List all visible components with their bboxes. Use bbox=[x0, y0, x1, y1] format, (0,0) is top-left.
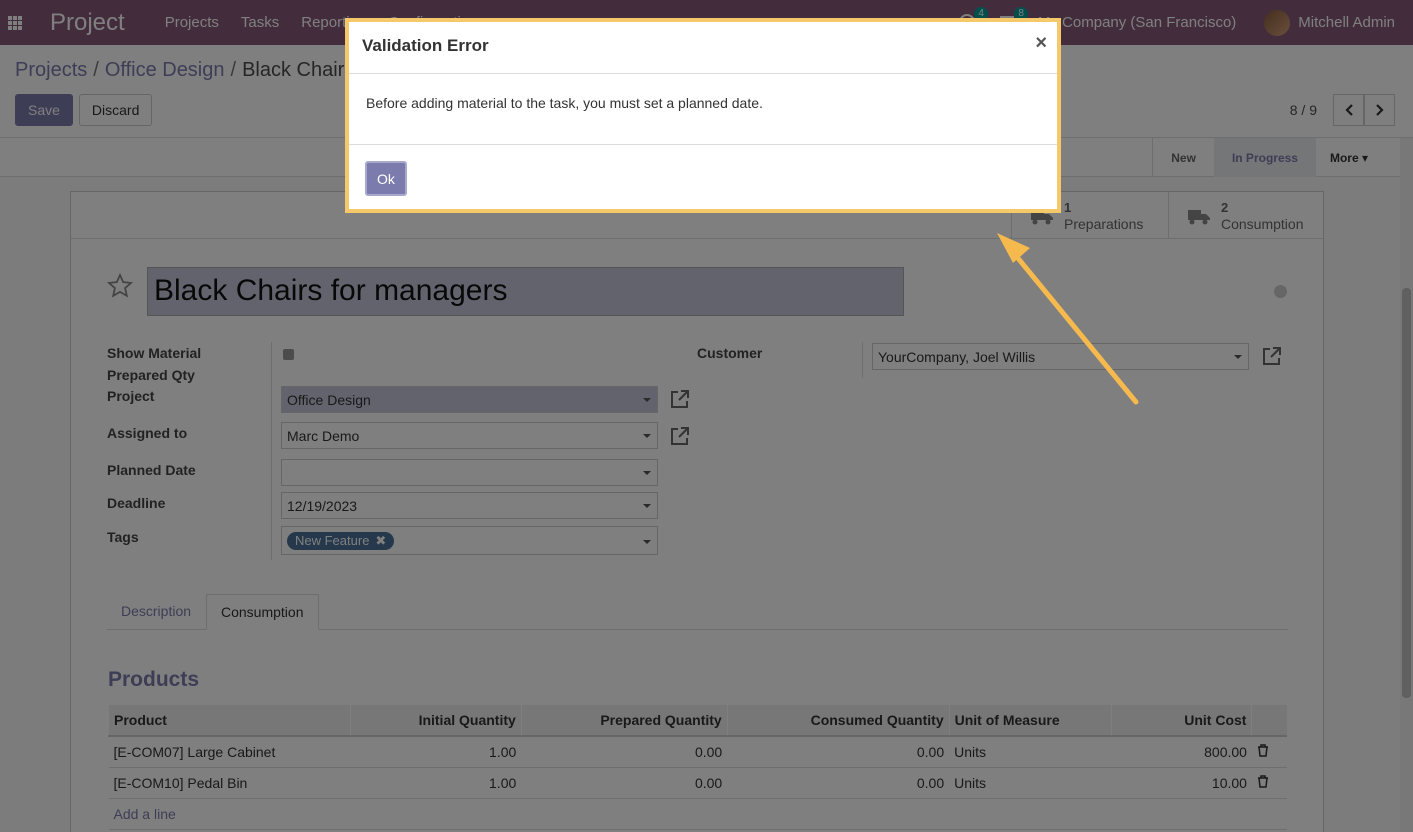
close-icon[interactable]: × bbox=[1035, 32, 1047, 55]
dialog-footer: Ok bbox=[349, 145, 1057, 212]
dialog-message: Before adding material to the task, you … bbox=[366, 95, 763, 111]
ok-button[interactable]: Ok bbox=[365, 161, 407, 196]
dialog-header: Validation Error × bbox=[349, 22, 1057, 74]
validation-error-dialog: Validation Error × Before adding materia… bbox=[345, 18, 1061, 213]
dialog-body: Before adding material to the task, you … bbox=[349, 74, 1057, 145]
dialog-title: Validation Error bbox=[362, 36, 489, 55]
